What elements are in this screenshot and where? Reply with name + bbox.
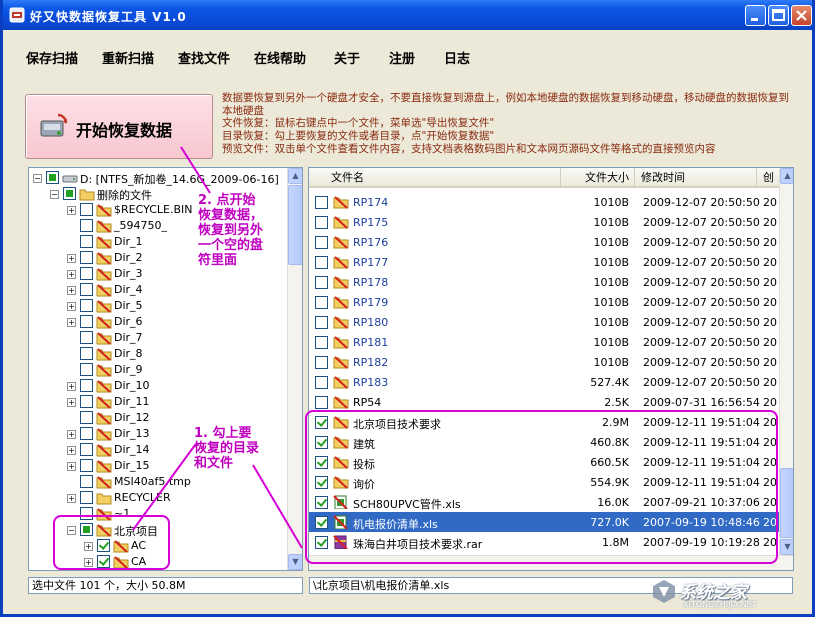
annotation-step-1: 1. 勾上要 恢复的目录 和文件: [194, 426, 259, 471]
annotation-step-1-line: 和文件: [194, 456, 259, 471]
annotation-step-1-line: 恢复的目录: [194, 441, 259, 456]
highlight-tree-selection: [53, 515, 170, 570]
app-window: 好又快数据恢复工具 V1.0 保存扫描 重新扫描 查找文件 在线帮助 关于 注册…: [0, 0, 815, 617]
annotation-step-2-line: 符里面: [198, 253, 263, 268]
annotation-step-1-line: 1. 勾上要: [194, 426, 259, 441]
annotation-step-2-line: 一个空的盘: [198, 238, 263, 253]
annotation-step-2-line: 恢复到另外: [198, 223, 263, 238]
watermark-subtext: XITONGZHIJIA.NET: [683, 600, 757, 609]
highlight-file-selection: [305, 410, 778, 564]
annotation-step-2-line: 恢复数据，: [198, 208, 263, 223]
watermark-logo-icon: [651, 578, 677, 604]
annotation-step-2-line: 2. 点开始: [198, 193, 263, 208]
annotation-step-2: 2. 点开始 恢复数据， 恢复到另外 一个空的盘 符里面: [198, 193, 263, 268]
